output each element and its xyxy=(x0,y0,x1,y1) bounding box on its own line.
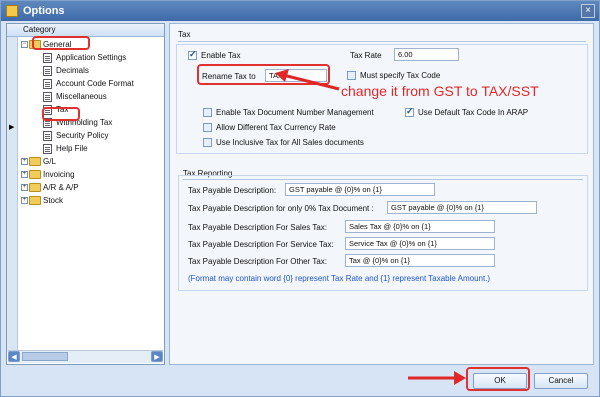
document-icon xyxy=(43,144,52,154)
annotation-arrow-icon xyxy=(275,69,340,91)
default-tax-code-checkbox[interactable] xyxy=(405,106,414,117)
tax-payable-desc-service-input[interactable]: Service Tax @ {0}% on {1} xyxy=(345,237,495,250)
format-note: (Format may contain word {0} represent T… xyxy=(188,274,491,283)
horizontal-scrollbar[interactable]: ◀ ▶ xyxy=(8,350,163,363)
folder-icon xyxy=(29,157,41,166)
tree-item-label: Account Code Format xyxy=(56,79,134,88)
enable-tax-checkbox[interactable] xyxy=(188,49,197,60)
tax-payable-desc-zero-label: Tax Payable Description for only 0% Tax … xyxy=(188,204,374,213)
options-window: Options × Category ▶ − General Application… xyxy=(0,0,600,397)
document-icon xyxy=(43,131,52,141)
category-header-label: Category xyxy=(23,25,56,34)
close-button[interactable]: × xyxy=(581,4,595,18)
scroll-right-button[interactable]: ▶ xyxy=(151,351,163,362)
tax-payable-desc-sales-input[interactable]: Sales Tax @ {0}% on {1} xyxy=(345,220,495,233)
tax-doc-number-checkbox[interactable] xyxy=(203,108,212,117)
scrollbar-thumb[interactable] xyxy=(22,352,68,361)
scroll-left-button[interactable]: ◀ xyxy=(8,351,20,362)
tax-payable-desc-other-input[interactable]: Tax @ {0}% on {1} xyxy=(345,254,495,267)
folder-icon xyxy=(29,196,41,205)
folder-icon xyxy=(29,170,41,179)
expander-icon[interactable]: + xyxy=(21,184,28,191)
row-gutter: ▶ xyxy=(7,37,18,352)
tax-payable-desc-label: Tax Payable Description: xyxy=(188,186,277,195)
tax-payable-desc-service-label: Tax Payable Description For Service Tax: xyxy=(188,240,334,249)
tree-item-label: G/L xyxy=(43,157,56,166)
tax-payable-desc-input[interactable]: GST payable @ {0}% on {1} xyxy=(285,183,435,196)
title-bar: Options × xyxy=(1,1,599,21)
tree-item-label: Miscellaneous xyxy=(56,92,107,101)
tree-item-label: Security Policy xyxy=(56,131,109,140)
expander-icon[interactable]: + xyxy=(21,197,28,204)
tree-item-label: Stock xyxy=(43,196,64,205)
general-highlight-box xyxy=(32,36,90,50)
ok-annotation-arrow-icon xyxy=(408,371,466,385)
document-icon xyxy=(43,53,52,63)
tax-rate-label: Tax Rate xyxy=(350,51,382,60)
window-title: Options xyxy=(23,5,65,17)
tax-payable-desc-zero-input[interactable]: GST payable @ {0}% on {1} xyxy=(387,201,537,214)
must-specify-tax-code-label: Must specify Tax Code xyxy=(360,71,441,80)
current-row-arrow-icon: ▶ xyxy=(9,124,15,131)
cancel-button[interactable]: Cancel xyxy=(534,373,588,389)
tax-highlight-box xyxy=(42,107,80,121)
tax-payable-desc-other-label: Tax Payable Description For Other Tax: xyxy=(188,257,328,266)
tree-item-label: Help File xyxy=(56,144,88,153)
document-icon xyxy=(43,66,52,76)
expander-icon[interactable]: + xyxy=(21,158,28,165)
document-icon xyxy=(43,92,52,102)
different-currency-rate-checkbox[interactable] xyxy=(203,123,212,132)
app-icon xyxy=(6,5,18,17)
tree-item-label: A/R & A/P xyxy=(43,183,79,192)
default-tax-code-label: Use Default Tax Code In ARAP xyxy=(418,108,529,117)
enable-tax-label: Enable Tax xyxy=(201,51,241,60)
annotation-text: change it from GST to TAX/SST xyxy=(341,83,539,99)
must-specify-tax-code-checkbox[interactable] xyxy=(347,71,356,80)
tax-payable-desc-sales-label: Tax Payable Description For Sales Tax: xyxy=(188,223,328,232)
tax-rate-input[interactable]: 6.00 xyxy=(394,48,459,61)
category-panel: Category ▶ − General Application Settings D… xyxy=(6,23,165,365)
ok-highlight-box xyxy=(466,367,530,391)
tax-section-title: Tax xyxy=(178,30,191,39)
expander-icon[interactable]: − xyxy=(21,41,28,48)
tree-item-label: Invoicing xyxy=(43,170,75,179)
folder-icon xyxy=(29,183,41,192)
document-icon xyxy=(43,79,52,89)
inclusive-tax-label: Use Inclusive Tax for All Sales document… xyxy=(216,138,364,147)
inclusive-tax-checkbox[interactable] xyxy=(203,138,212,147)
tree-item-label: Decimals xyxy=(56,66,89,75)
tree-item-label: Application Settings xyxy=(56,53,127,62)
expander-icon[interactable]: + xyxy=(21,171,28,178)
tax-divider xyxy=(178,41,586,42)
different-currency-rate-label: Allow Different Tax Currency Rate xyxy=(216,123,336,132)
tax-doc-number-label: Enable Tax Document Number Management xyxy=(216,108,374,117)
